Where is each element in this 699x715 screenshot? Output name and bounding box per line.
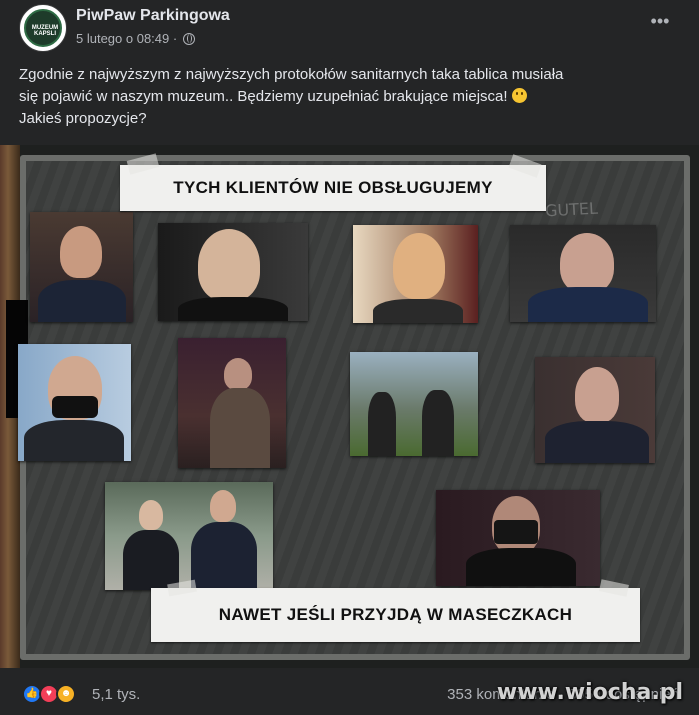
coat-shape: [210, 388, 270, 468]
board-photo: [105, 482, 273, 590]
face-shape: [393, 233, 445, 299]
face-shape: [60, 226, 102, 278]
meta-separator: ·: [169, 31, 181, 46]
banner-top: TYCH KLIENTÓW NIE OBSŁUGUJEMY: [120, 165, 546, 211]
board-photo: [30, 212, 133, 322]
face-shape: [560, 233, 614, 293]
post-photo[interactable]: GUTEL TYCH KLIENTÓW NIE OBSŁUGUJEMY NAWE…: [0, 145, 699, 668]
board-photo: [178, 338, 286, 468]
face-shape: [224, 358, 252, 390]
post-text-line: Jakieś propozycje?: [19, 110, 147, 127]
more-options-button[interactable]: •••: [645, 12, 675, 36]
post-text-line: Zgodnie z najwyższym z najwyższych proto…: [19, 66, 564, 83]
face-shape: [139, 500, 163, 530]
police-officer-shape: [422, 390, 454, 456]
museum-logo: MUZEUM KAPSLI: [24, 9, 62, 47]
suit-shape: [545, 421, 649, 463]
banner-bottom: NAWET JEŚLI PRZYJDĄ W MASECZKACH: [151, 588, 640, 642]
board-scribble: GUTEL: [544, 198, 599, 221]
board-photo: [353, 225, 478, 323]
suit-shape: [373, 299, 463, 323]
board-photo: [18, 344, 131, 461]
face-shape: [198, 229, 260, 301]
post-text-line: się pojawić w naszym muzeum.. Będziemy u…: [19, 86, 679, 108]
reaction-count: 5,1 tys.: [92, 686, 141, 703]
face-mask: [494, 520, 538, 544]
suit-shape: [38, 280, 126, 322]
smile-emoji-icon: [511, 88, 527, 103]
board-photo: [510, 225, 656, 322]
post-header: MUZEUM KAPSLI PiwPaw Parkingowa 5 lutego…: [0, 0, 699, 60]
coat-shape: [466, 548, 576, 586]
page-avatar[interactable]: MUZEUM KAPSLI: [19, 4, 67, 52]
suit-shape: [178, 297, 288, 321]
board-photo: [436, 490, 600, 586]
post-meta: 5 lutego o 08:49 ·: [76, 31, 195, 46]
avatar-logo-text: MUZEUM KAPSLI: [31, 25, 59, 37]
face-mask: [52, 396, 98, 418]
page-name-link[interactable]: PiwPaw Parkingowa: [76, 7, 230, 25]
globe-icon[interactable]: [182, 33, 195, 45]
face-shape: [575, 367, 619, 423]
suit-shape: [24, 420, 124, 461]
post-timestamp[interactable]: 5 lutego o 08:49: [76, 31, 169, 46]
post-text: Zgodnie z najwyższym z najwyższych proto…: [19, 64, 679, 130]
police-officer-shape: [368, 392, 396, 456]
face-shape: [210, 490, 236, 522]
suit-shape: [528, 287, 648, 322]
board-photo: [350, 352, 478, 456]
haha-icon: ☻: [56, 684, 76, 704]
suit-shape: [123, 530, 179, 590]
board-photo: [535, 357, 655, 463]
suit-shape: [191, 522, 257, 590]
board-photo: [158, 223, 308, 321]
watermark: www.wiocha.pl: [496, 680, 683, 705]
